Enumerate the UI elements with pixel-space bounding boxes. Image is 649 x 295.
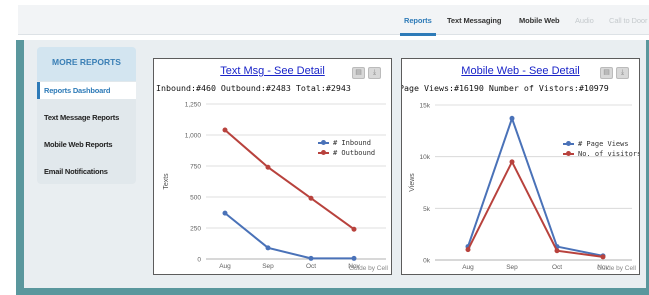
x-tick-label: Aug <box>462 264 474 271</box>
sidebar-item-email-notifications[interactable]: Email Notifications <box>43 163 134 180</box>
text-msg-legend: # Inbound # Outbound <box>318 138 375 158</box>
tab-call-to-door: Call to Door <box>609 16 648 25</box>
chart-credit: Guide by Cell <box>348 265 388 272</box>
y-tick-label: 15k <box>420 103 431 110</box>
sidebar-item-text-message-reports[interactable]: Text Message Reports <box>43 109 134 126</box>
tab-text-messaging[interactable]: Text Messaging <box>447 16 501 25</box>
tab-reports[interactable]: Reports <box>400 16 436 36</box>
y-tick-label: 0k <box>423 258 431 265</box>
x-tick-label: Oct <box>552 264 562 271</box>
y-tick-label: 0 <box>197 257 201 264</box>
y-tick-label: 750 <box>190 164 201 171</box>
data-point <box>308 195 314 201</box>
legend-item: # Outbound <box>318 148 375 158</box>
mobile-web-card: 0k 5k 10k 15k Aug Sep Oct Nov Views Mobile Web -… <box>401 58 640 275</box>
mobile-web-legend: # Page Views No. of visitors <box>563 139 639 159</box>
data-point <box>509 115 515 121</box>
data-point <box>509 159 515 165</box>
y-axis-label: Views <box>409 173 416 192</box>
x-tick-label: Oct <box>306 263 316 270</box>
series-line <box>467 159 604 258</box>
mobile-web-summary: Page Views:#16190 Number of Vistors:#109… <box>401 83 609 93</box>
y-tick-label: 10k <box>420 154 431 161</box>
x-tick-label: Sep <box>506 264 518 271</box>
data-point <box>351 226 357 232</box>
y-tick-label: 1,000 <box>185 133 202 140</box>
data-point <box>600 254 606 260</box>
download-icon[interactable]: ⤓ <box>368 67 381 79</box>
legend-item: # Page Views <box>563 139 639 149</box>
data-point <box>222 210 228 216</box>
y-tick-label: 5k <box>423 206 431 213</box>
y-tick-label: 1,250 <box>185 102 202 109</box>
y-tick-label: 500 <box>190 195 201 202</box>
legend-item: No. of visitors <box>563 149 639 159</box>
sidebar-title: MORE REPORTS <box>37 47 136 81</box>
x-tick-label: Aug <box>219 263 231 270</box>
sidebar-item-reports-dashboard[interactable]: Reports Dashboard <box>37 82 136 99</box>
text-msg-card: 0 250 500 750 1,000 1,250 Aug Sep Oct Nov Texts Te… <box>153 58 392 275</box>
sidebar-item-mobile-web-reports[interactable]: Mobile Web Reports <box>43 136 134 153</box>
legend-item: # Inbound <box>318 138 375 148</box>
y-tick-label: 250 <box>190 226 201 233</box>
data-point <box>554 248 560 254</box>
data-point <box>465 247 471 253</box>
data-point <box>351 255 357 261</box>
data-point <box>265 245 271 251</box>
data-point <box>222 127 228 133</box>
tab-audio: Audio <box>575 16 594 25</box>
print-icon[interactable]: ▤ <box>352 67 365 79</box>
top-nav: Reports Text Messaging Mobile Web Audio … <box>18 5 649 36</box>
x-tick-label: Sep <box>262 263 274 270</box>
data-point <box>265 164 271 170</box>
tab-mobile-web[interactable]: Mobile Web <box>519 16 560 25</box>
data-point <box>308 255 314 261</box>
series-line <box>224 212 354 260</box>
chart-credit: Guide by Cell <box>596 265 636 272</box>
print-icon[interactable]: ▤ <box>600 67 613 79</box>
text-msg-summary: Inbound:#460 Outbound:#2483 Total:#2943 <box>156 83 351 93</box>
y-axis-label: Texts <box>163 173 170 190</box>
download-icon[interactable]: ⤓ <box>616 67 629 79</box>
